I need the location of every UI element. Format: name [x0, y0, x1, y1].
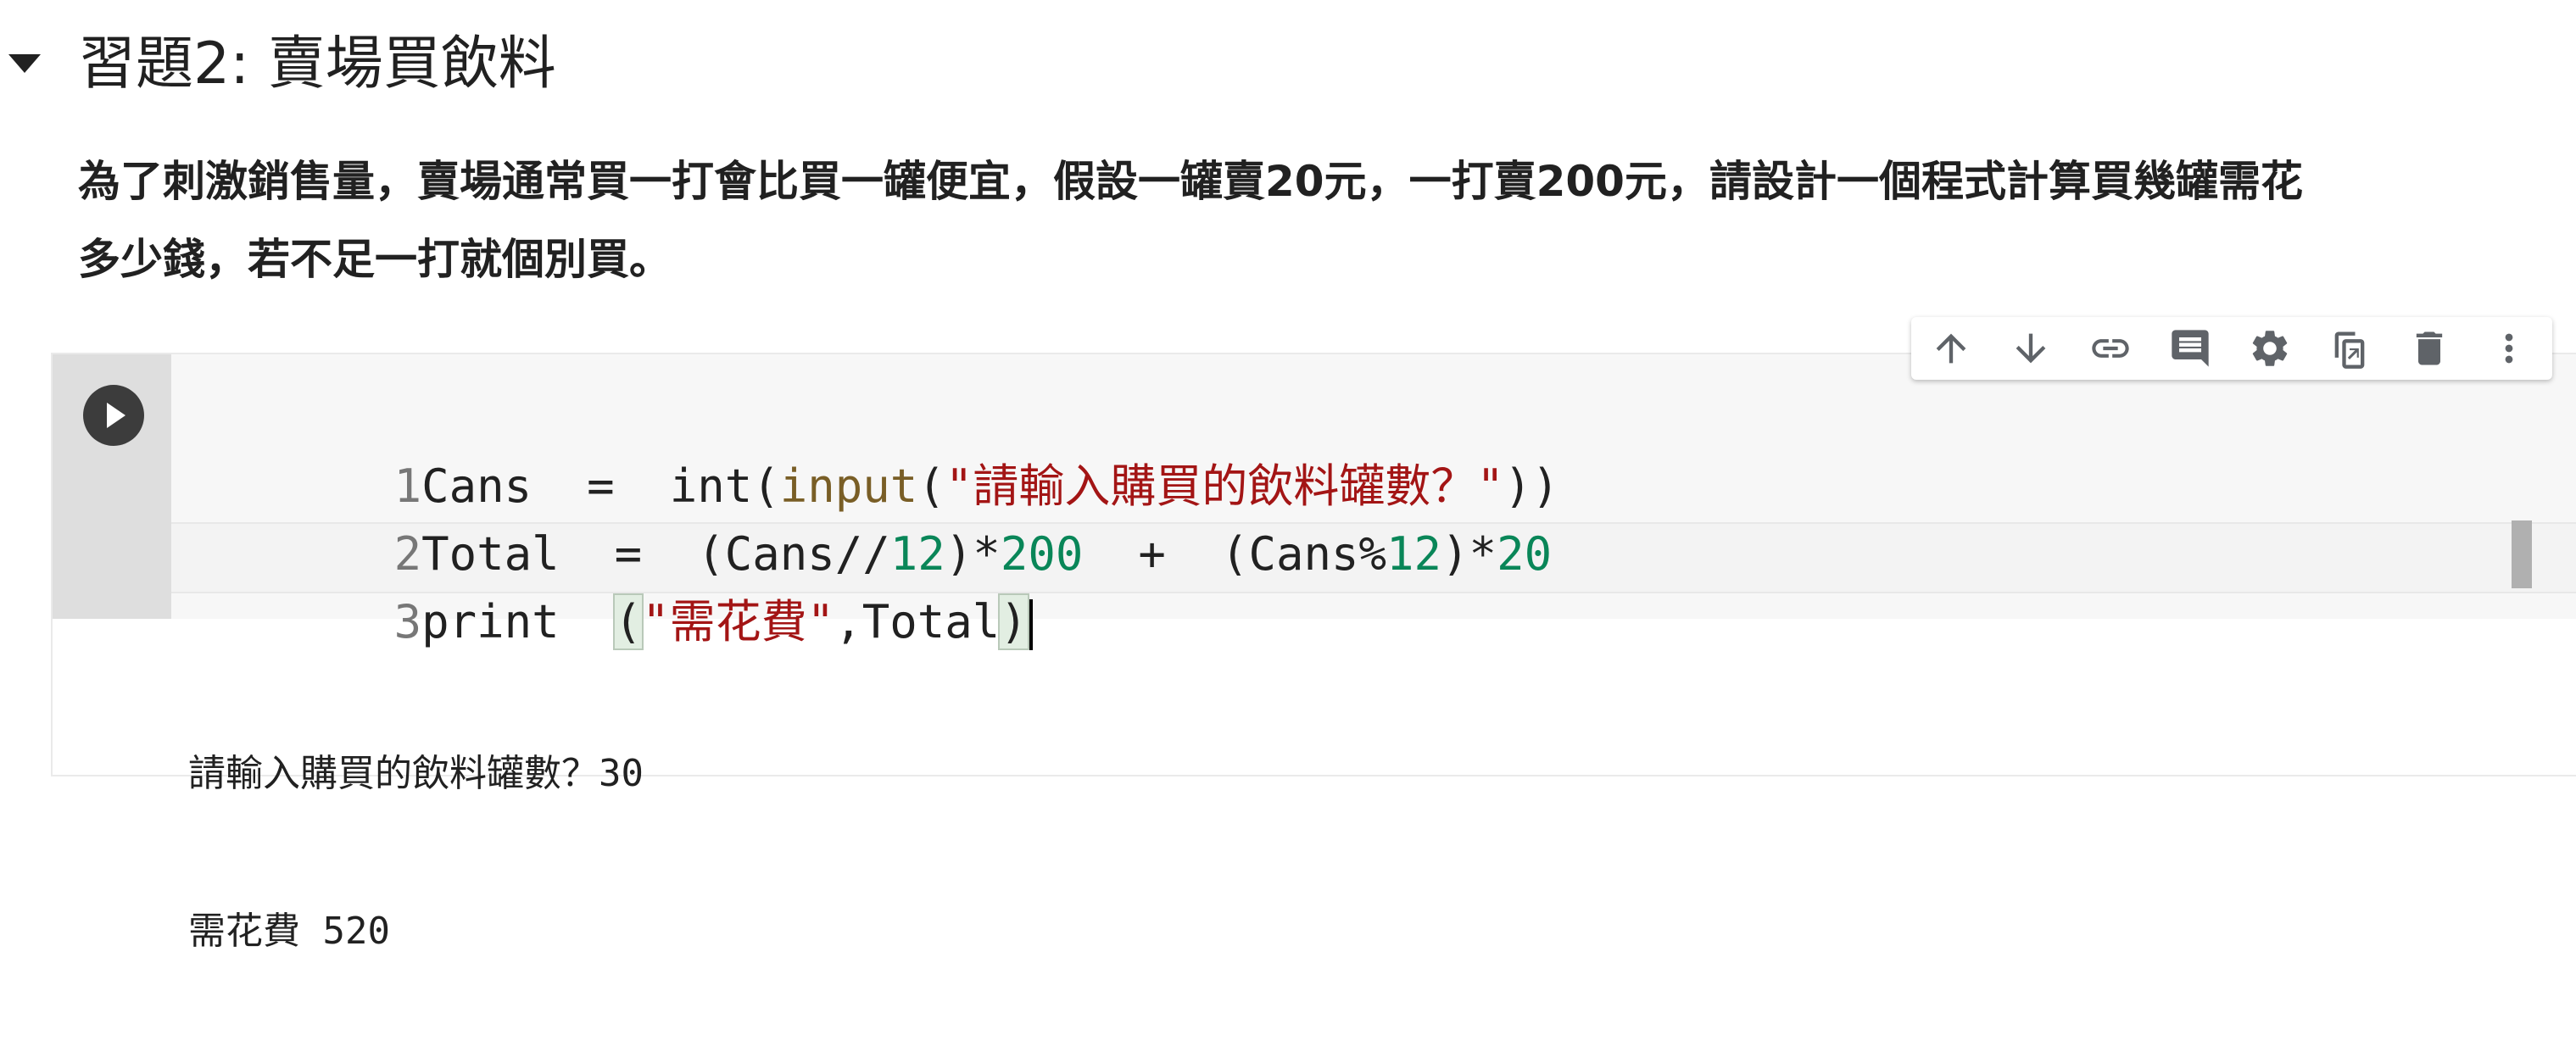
- matched-bracket-open: (: [612, 593, 644, 650]
- arrow-down-icon: [2016, 333, 2046, 364]
- code-token-number: 12: [1386, 527, 1442, 581]
- code-line[interactable]: 2Total = (Cans//12)*200 + (Cans%12)*20: [171, 453, 1553, 581]
- code-token: )*: [1441, 527, 1497, 581]
- code-line[interactable]: 1Cans = int(input("請輸入購買的飲料罐數？")): [171, 385, 1559, 513]
- code-token-string: "需花費": [642, 595, 835, 648]
- matched-bracket-close: ): [998, 593, 1029, 650]
- text-cursor: [1029, 599, 1033, 651]
- output-line-1: 請輸入購買的飲料罐數？30: [188, 752, 644, 795]
- comment-icon: [2172, 330, 2209, 367]
- add-comment-button[interactable]: [2150, 317, 2230, 380]
- move-cell-down-button[interactable]: [1991, 317, 2071, 380]
- code-line[interactable]: 3print ("需花費",Total): [171, 520, 1033, 651]
- cell-toolbar: [1911, 317, 2552, 380]
- output-line-2: 需花費 520: [188, 910, 390, 953]
- run-cell-button[interactable]: [83, 385, 144, 446]
- cell-output: 請輸入購買的飲料罐數？30 需花費 520: [188, 643, 644, 1063]
- cell-gutter: [53, 354, 171, 619]
- code-token: print: [421, 595, 615, 648]
- code-token-number: 20: [1497, 527, 1553, 581]
- gear-icon: [2252, 331, 2288, 366]
- code-token: + (Cans%: [1083, 527, 1386, 581]
- description-line-1: 為了刺激銷售量，賣場通常買一打會比買一罐便宜，假設一罐賣20元，一打賣200元，…: [78, 157, 2303, 206]
- code-token: ,Total: [834, 595, 1001, 648]
- mirror-cell-icon: [2334, 331, 2365, 369]
- section-title: 習題2: 賣場買飲料: [78, 31, 556, 97]
- section-collapse-toggle[interactable]: [8, 54, 41, 73]
- code-cell[interactable]: 1Cans = int(input("請輸入購買的飲料罐數？")) 2Total…: [53, 354, 2576, 953]
- delete-cell-button[interactable]: [2389, 317, 2469, 380]
- mirror-cell-button[interactable]: [2310, 317, 2389, 380]
- link-icon: [2092, 339, 2129, 358]
- trash-icon: [2416, 331, 2443, 365]
- code-editor[interactable]: 1Cans = int(input("請輸入購買的飲料罐數？")) 2Total…: [171, 354, 2576, 651]
- arrow-up-icon: [1936, 333, 1966, 364]
- cell-settings-button[interactable]: [2230, 317, 2310, 380]
- move-cell-up-button[interactable]: [1911, 317, 1991, 380]
- editor-scrollbar[interactable]: [2512, 520, 2532, 588]
- description-line-2: 多少錢，若不足一打就個別買。: [78, 235, 672, 284]
- more-actions-button[interactable]: [2469, 317, 2549, 380]
- more-vert-icon: [2505, 333, 2513, 364]
- markdown-description: 為了刺激銷售量，賣場通常買一打會比買一罐便宜，假設一罐賣20元，一打賣200元，…: [78, 142, 2554, 298]
- copy-link-button[interactable]: [2071, 317, 2150, 380]
